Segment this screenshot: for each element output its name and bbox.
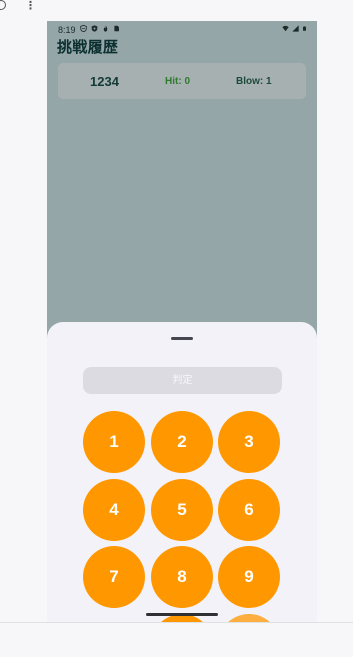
history-hit-count: Hit: 0 [165,76,190,87]
clock-icon[interactable] [0,0,6,10]
drag-handle[interactable] [171,337,193,340]
signal-icon [292,25,299,32]
host-bottom-bar [0,622,353,657]
shield-icon [80,25,87,32]
sim-icon [114,25,119,32]
wifi-icon [282,25,289,32]
judge-button[interactable]: 判定 [83,367,282,394]
history-blow-count: Blow: 1 [236,76,272,87]
more-vertical-icon[interactable]: ⋮ [25,0,36,12]
status-bar: 8:19 [47,21,317,37]
key-8-button[interactable]: 8 [151,546,213,608]
history-row: 1234 Hit: 0 Blow: 1 [58,63,306,99]
status-time: 8:19 [58,25,76,35]
page-title: 挑戦履歴 [57,39,119,56]
fire-icon [103,25,108,32]
key-4-button[interactable]: 4 [83,479,145,541]
input-bottom-sheet: 判定 1 2 3 4 5 6 7 8 9 [47,322,317,622]
key-5-button[interactable]: 5 [151,479,213,541]
vpn-icon [91,25,98,32]
history-guess: 1234 [90,74,119,89]
phone-screen: 8:19 挑戦履歴 1234 Hit: 0 Blow: 1 判定 1 2 3 4… [47,21,317,622]
host-toolbar: ⋮ [0,0,353,14]
home-indicator[interactable] [146,613,218,616]
key-next-row-button[interactable] [218,614,280,622]
battery-icon [303,26,306,31]
key-7-button[interactable]: 7 [83,546,145,608]
key-9-button[interactable]: 9 [218,546,280,608]
key-6-button[interactable]: 6 [218,479,280,541]
key-1-button[interactable]: 1 [83,411,145,473]
key-3-button[interactable]: 3 [218,411,280,473]
key-2-button[interactable]: 2 [151,411,213,473]
